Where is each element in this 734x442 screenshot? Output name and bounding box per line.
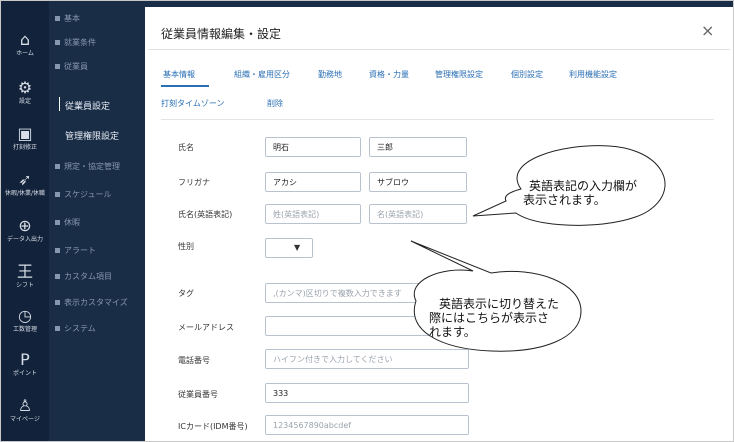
callout-text-1a: 英語表記の入力欄が xyxy=(529,179,638,193)
screenshot-frame: ⌂ ホーム ⚙ 設定 ▣ 打刻修正 ➶ 休暇/休業/休職 ⊕ データ入出力 王シフト ◷ 工… xyxy=(0,0,734,442)
callout-text-2b: 際にはこちらが表示さ xyxy=(429,311,550,325)
callout-text-2c: れます。 xyxy=(429,325,476,339)
callout-text-2a: 英語表示に切り替えた xyxy=(439,297,560,311)
callout-text-1b: 表示されます。 xyxy=(523,193,606,207)
callout-bubbles xyxy=(410,145,666,352)
